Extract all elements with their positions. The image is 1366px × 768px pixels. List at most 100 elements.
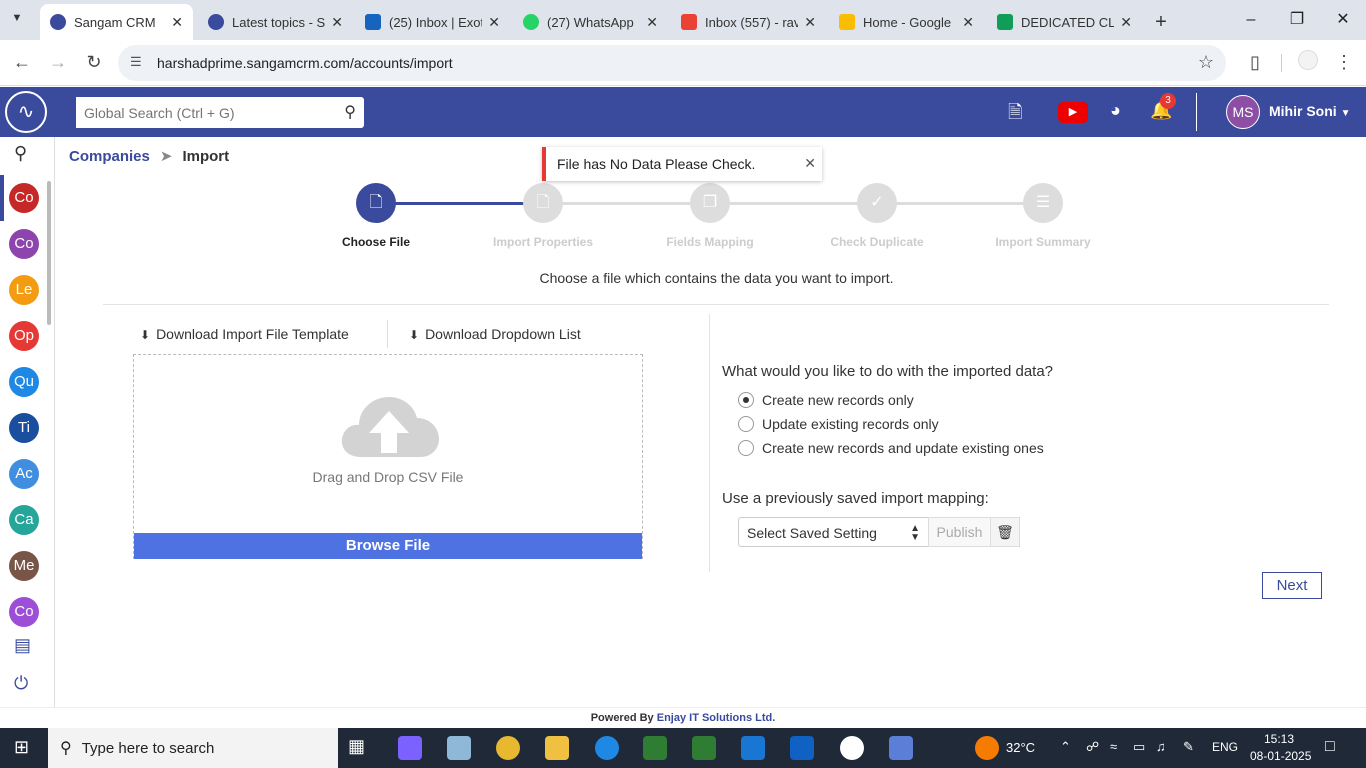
teamviewer-icon[interactable] xyxy=(840,736,864,760)
google-drive-favicon-icon xyxy=(839,14,855,30)
edge-icon[interactable] xyxy=(595,736,619,760)
download-dropdown-link[interactable]: ⬇ Download Dropdown List xyxy=(409,326,581,342)
close-icon[interactable]: ✕ xyxy=(1120,14,1132,31)
user-menu[interactable]: Mihir Soni ▼ xyxy=(1269,103,1350,119)
close-icon[interactable]: ✕ xyxy=(646,14,658,31)
clock-time[interactable]: 15:13 xyxy=(1264,732,1294,746)
radio-update-existing[interactable]: Update existing records only xyxy=(738,416,939,432)
notebook-icon[interactable]: ▤ xyxy=(14,635,31,656)
tab-sheets[interactable]: DEDICATED CLO ✕ xyxy=(987,4,1142,40)
url-text[interactable]: harshadprime.sangamcrm.com/accounts/impo… xyxy=(157,55,453,71)
window-close-button[interactable]: ✕ xyxy=(1320,0,1366,40)
close-icon[interactable]: ✕ xyxy=(171,14,183,31)
tray-chevron-icon[interactable]: ⌃ xyxy=(1060,739,1071,755)
weather-icon[interactable] xyxy=(975,736,999,760)
sidebar-item-opportunities[interactable]: Op xyxy=(9,321,39,351)
sidebar-scrollbar[interactable] xyxy=(47,181,51,325)
reload-button[interactable]: ↻ xyxy=(82,50,106,74)
profile-button[interactable] xyxy=(1296,50,1320,74)
next-button[interactable]: Next xyxy=(1262,572,1322,599)
radio-button[interactable] xyxy=(738,440,754,456)
breadcrumb-companies[interactable]: Companies xyxy=(69,148,150,165)
search-icon[interactable]: ⚲ xyxy=(344,102,356,122)
back-button[interactable]: ← xyxy=(10,50,34,74)
outlook-icon[interactable] xyxy=(790,736,814,760)
sidebar-item-meetings[interactable]: Me xyxy=(9,551,39,581)
sidebar-item-quotes[interactable]: Qu xyxy=(9,367,39,397)
site-info-icon[interactable]: ☰ xyxy=(130,54,142,70)
sidebar-item-tickets[interactable]: Ti xyxy=(9,413,39,443)
tab-latest-topics[interactable]: Latest topics - S ✕ xyxy=(198,4,353,40)
radio-create-new[interactable]: Create new records only xyxy=(738,392,914,408)
power-icon[interactable]: ⏻ xyxy=(14,673,28,694)
search-icon[interactable]: ⚲ xyxy=(14,143,27,164)
task-view-icon[interactable]: ▦ xyxy=(348,736,372,760)
tab-whatsapp[interactable]: (27) WhatsApp ✕ xyxy=(513,4,668,40)
battery-icon[interactable]: ▭ xyxy=(1133,739,1145,755)
sidebar-item-contacts[interactable]: Co xyxy=(9,229,39,259)
extensions-button[interactable]: ▯ xyxy=(1243,50,1267,74)
radio-create-and-update[interactable]: Create new records and update existing o… xyxy=(738,440,1044,456)
el-app-icon[interactable] xyxy=(643,736,667,760)
publish-button[interactable]: Publish xyxy=(928,517,991,547)
app-icon[interactable] xyxy=(741,736,765,760)
temperature[interactable]: 32°C xyxy=(1006,740,1035,755)
chrome-icon[interactable] xyxy=(496,736,520,760)
close-icon[interactable]: ✕ xyxy=(962,14,974,31)
close-icon[interactable]: ✕ xyxy=(804,14,816,31)
footer-company-link[interactable]: Enjay IT Solutions Ltd. xyxy=(657,712,776,724)
radio-button[interactable] xyxy=(738,392,754,408)
delete-button[interactable]: 🗑 xyxy=(990,517,1020,547)
tab-google-drive[interactable]: Home - Google ✕ xyxy=(829,4,984,40)
omnibox[interactable]: ☰ harshadprime.sangamcrm.com/accounts/im… xyxy=(118,45,1226,81)
clock-date[interactable]: 08-01-2025 xyxy=(1250,749,1311,763)
close-icon[interactable]: ✕ xyxy=(804,155,816,172)
browse-file-button[interactable]: Browse File xyxy=(134,533,642,559)
taskbar-search[interactable]: ⚲ Type here to search xyxy=(48,728,338,768)
language-indicator[interactable]: ENG xyxy=(1212,740,1238,754)
file-drop-zone[interactable]: Drag and Drop CSV File Browse File xyxy=(133,354,643,559)
volume-icon[interactable]: ♫ xyxy=(1156,739,1166,754)
sidebar-item-calls[interactable]: Ca xyxy=(9,505,39,535)
pen-icon[interactable]: ✎ xyxy=(1183,739,1194,755)
close-icon[interactable]: ✕ xyxy=(488,14,500,31)
close-icon[interactable]: ✕ xyxy=(331,14,343,31)
avatar[interactable]: MS xyxy=(1226,95,1260,129)
bookmark-star-icon[interactable]: ☆ xyxy=(1198,52,1214,73)
sangam-favicon-icon xyxy=(208,14,224,30)
forward-button[interactable]: → xyxy=(46,50,70,74)
notification-center-icon[interactable]: □ xyxy=(1325,738,1335,756)
app-icon[interactable] xyxy=(889,736,913,760)
sangam-logo-icon[interactable]: ∿ xyxy=(5,91,47,133)
tab-gmail[interactable]: Inbox (557) - rav ✕ xyxy=(671,4,826,40)
step-connector xyxy=(543,202,1043,205)
network-icon[interactable]: ☍ xyxy=(1086,739,1099,755)
step-label: Import Summary xyxy=(995,235,1091,249)
global-search-input[interactable] xyxy=(76,97,326,128)
restore-button[interactable]: ❐ xyxy=(1274,0,1320,40)
step-label: Choose File xyxy=(341,235,410,249)
app-icon[interactable] xyxy=(447,736,471,760)
windows-start-icon[interactable]: ⊞ xyxy=(14,737,29,758)
sidebar-item-activities[interactable]: Ac xyxy=(9,459,39,489)
globe-icon[interactable]: ◕ xyxy=(1110,100,1121,121)
file-explorer-icon[interactable] xyxy=(545,736,569,760)
radio-button[interactable] xyxy=(738,416,754,432)
new-tab-button[interactable]: + xyxy=(1146,4,1176,40)
tab-inbox-exotel[interactable]: (25) Inbox | Exot ✕ xyxy=(355,4,510,40)
document-search-icon[interactable]: 🗎 xyxy=(1008,100,1022,130)
download-template-link[interactable]: ⬇ Download Import File Template xyxy=(140,326,349,342)
copilot-icon[interactable] xyxy=(398,736,422,760)
el-app-icon[interactable] xyxy=(692,736,716,760)
cloud-upload-icon xyxy=(341,397,439,457)
wifi-icon[interactable]: ≈ xyxy=(1110,739,1117,754)
exotel-favicon-icon xyxy=(365,14,381,30)
sidebar-item-companies[interactable]: Co xyxy=(9,183,39,213)
tab-sangam-crm[interactable]: Sangam CRM ✕ xyxy=(40,4,193,40)
tab-search-button[interactable]: ▼ xyxy=(4,0,30,36)
minimize-button[interactable]: – xyxy=(1228,0,1274,40)
browser-menu-button[interactable]: ⋮ xyxy=(1332,50,1356,74)
saved-setting-select[interactable]: Select Saved Setting ▲ ▼ xyxy=(738,517,929,547)
youtube-icon[interactable]: ▶ xyxy=(1058,102,1088,123)
sidebar-item-co[interactable]: Co xyxy=(9,597,39,627)
